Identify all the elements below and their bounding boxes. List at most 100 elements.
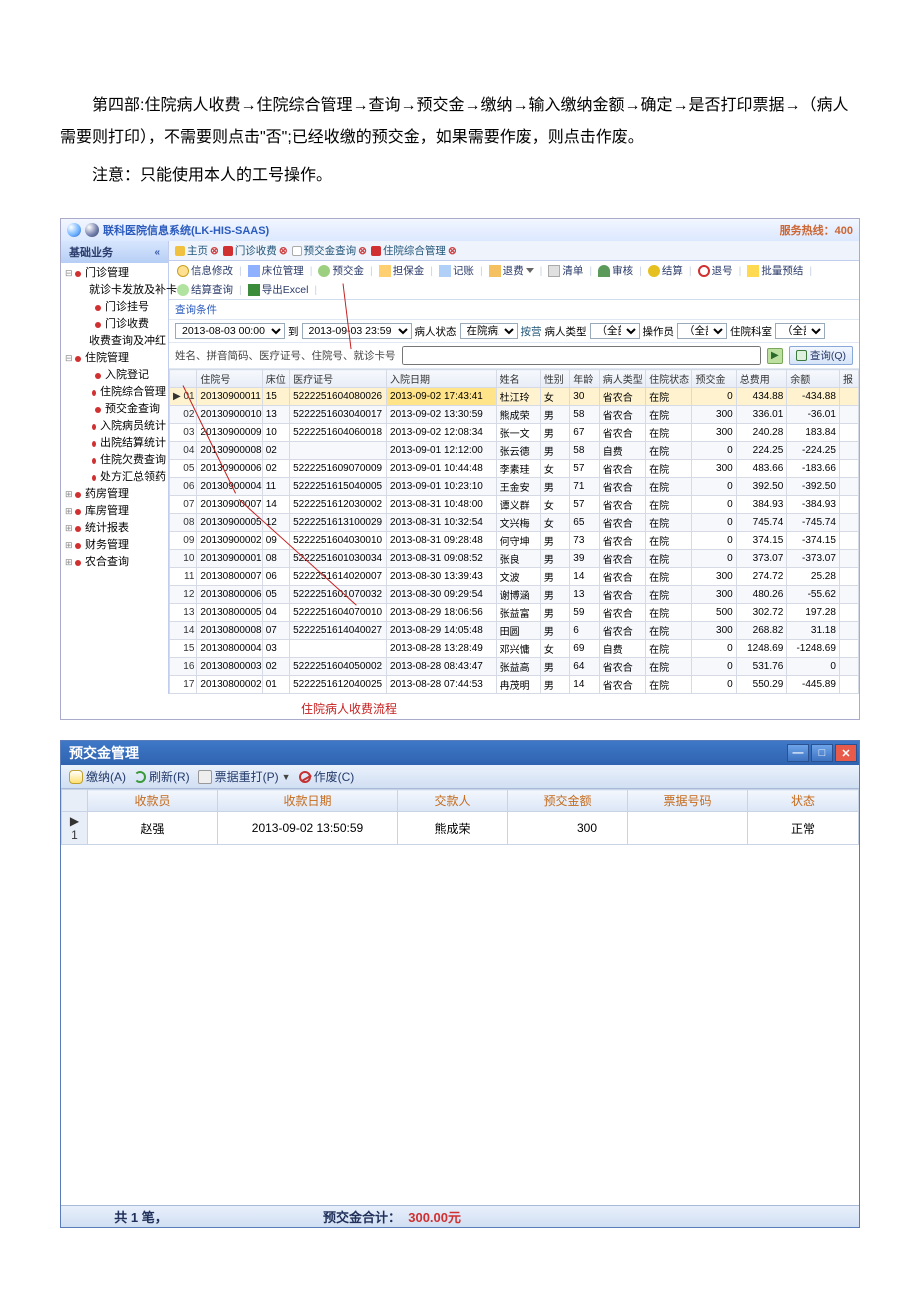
dropdown-icon[interactable]: ▼ [282, 772, 291, 782]
grid-row[interactable]: 07201309000071452222516120300022013-08-3… [170, 496, 859, 514]
prepay-grid[interactable]: 收款员收款日期交款人预交金额票据号码状态 ▶ 1 赵强 2013-09-02 1… [61, 789, 859, 845]
toolbar-退号[interactable]: 退号 [696, 263, 735, 278]
dept-select[interactable]: （全部） [775, 323, 825, 339]
grid-row[interactable]: 12201308000060552222516010700322013-08-3… [170, 586, 859, 604]
tab-主页[interactable]: 主页 ⊗ [175, 243, 219, 258]
toolbar-担保金[interactable]: 担保金 [377, 263, 427, 278]
prepay-toolbar-缴纳(A)[interactable]: 缴纳(A) [69, 768, 126, 785]
sidebar-collapse-icon[interactable]: « [154, 247, 160, 258]
grid-row[interactable]: ▶ 01201309000111552222516040800262013-09… [170, 388, 859, 406]
grid-row[interactable]: 13201308000050452222516040700102013-08-2… [170, 604, 859, 622]
grid-header[interactable]: 报 [839, 370, 858, 388]
grid-row[interactable]: 05201309000060252222516090700092013-09-0… [170, 460, 859, 478]
toolbar-清单[interactable]: 清单 [546, 263, 585, 278]
grid-row[interactable]: 10201309000010852222516010300342013-08-3… [170, 550, 859, 568]
tab-住院综合管理[interactable]: 住院综合管理 ⊗ [371, 243, 457, 258]
prepay-toolbar-刷新(R)[interactable]: 刷新(R) [134, 768, 190, 785]
prepay-toolbar-票据重打(P)[interactable]: 票据重打(P) ▼ [198, 768, 291, 785]
prepay-header[interactable]: 交款人 [398, 790, 508, 812]
tree-collapser-icon[interactable]: ⊞ [65, 487, 75, 502]
tree-item[interactable]: 住院欠费查询 [61, 452, 168, 469]
grid-row[interactable]: 02201309000101352222516030400172013-09-0… [170, 406, 859, 424]
grid-row[interactable]: 03201309000091052222516040600182013-09-0… [170, 424, 859, 442]
date-to-select[interactable]: 2013-09-03 23:59 [302, 323, 412, 339]
tree-item[interactable]: 入院登记 [61, 367, 168, 384]
grid-header[interactable]: 年龄 [570, 370, 599, 388]
grid-header[interactable]: 总费用 [736, 370, 787, 388]
toolbar-结算[interactable]: 结算 [646, 263, 685, 278]
tree-item[interactable]: ⊟门诊管理 [61, 265, 168, 282]
tree-item[interactable]: ⊟住院管理 [61, 350, 168, 367]
tree-collapser-icon[interactable]: ⊞ [65, 504, 75, 519]
tree-item[interactable]: ⊞农合查询 [61, 554, 168, 571]
tab-预交金查询[interactable]: 预交金查询 ⊗ [292, 243, 367, 258]
query-button[interactable]: 查询(Q) [789, 346, 853, 365]
grid-header[interactable]: 住院状态 [646, 370, 692, 388]
grid-row[interactable]: 14201308000080752222516140400272013-08-2… [170, 622, 859, 640]
tree-item[interactable]: 住院综合管理 [61, 384, 168, 401]
grid-header[interactable]: 床位 [262, 370, 289, 388]
tree-item[interactable]: 入院病员统计 [61, 418, 168, 435]
toolbar-批量预结[interactable]: 批量预结 [745, 263, 805, 278]
toolbar-退费[interactable]: 退费 [487, 263, 536, 278]
prepay-toolbar-作废(C)[interactable]: 作废(C) [299, 768, 355, 785]
maximize-button[interactable]: □ [811, 744, 833, 762]
minimize-button[interactable]: — [787, 744, 809, 762]
prepay-header[interactable]: 票据号码 [628, 790, 748, 812]
tree-item[interactable]: 门诊挂号 [61, 299, 168, 316]
prepay-header[interactable] [62, 790, 88, 812]
grid-row[interactable]: 0420130900008022013-09-01 12:12:00张云德男58… [170, 442, 859, 460]
grid-row[interactable]: 1520130800004032013-08-28 13:28:49邓兴慵女69… [170, 640, 859, 658]
toolbar-导出Excel[interactable]: 导出Excel [246, 282, 311, 297]
patient-grid[interactable]: 住院号床位医疗证号入院日期姓名性别年龄病人类型住院状态预交金总费用余额报 ▶ 0… [169, 369, 859, 694]
tab-close-icon[interactable]: ⊗ [448, 245, 457, 257]
prepay-header[interactable]: 状态 [748, 790, 859, 812]
tree-collapser-icon[interactable]: ⊞ [65, 555, 75, 570]
date-from-select[interactable]: 2013-08-03 00:00 [175, 323, 285, 339]
prepay-header[interactable]: 收款日期 [218, 790, 398, 812]
status-select[interactable]: 在院病人 [460, 323, 518, 339]
tree-item[interactable]: ⊞库房管理 [61, 503, 168, 520]
grid-header[interactable]: 性别 [540, 370, 569, 388]
tab-门诊收费[interactable]: 门诊收费 ⊗ [223, 243, 288, 258]
tree-item[interactable]: 出院结算统计 [61, 435, 168, 452]
grid-header[interactable]: 入院日期 [387, 370, 497, 388]
tree-collapser-icon[interactable]: ⊞ [65, 521, 75, 536]
grid-header[interactable]: 住院号 [197, 370, 262, 388]
go-icon[interactable]: ▶ [767, 348, 783, 364]
prepay-header[interactable]: 收款员 [88, 790, 218, 812]
tree-collapser-icon[interactable]: ⊟ [65, 266, 75, 281]
grid-row[interactable]: 06201309000041152222516150400052013-09-0… [170, 478, 859, 496]
grid-row[interactable]: 09201309000020952222516040300102013-08-3… [170, 532, 859, 550]
dropdown-icon[interactable] [526, 268, 534, 273]
tab-close-icon[interactable]: ⊗ [210, 245, 219, 257]
toolbar-信息修改[interactable]: 信息修改 [175, 263, 235, 278]
operator-select[interactable]: （全部） [677, 323, 727, 339]
prepay-row[interactable]: ▶ 1 赵强 2013-09-02 13:50:59 熊成荣 300 正常 [62, 812, 859, 845]
toolbar-审核[interactable]: 审核 [596, 263, 635, 278]
grid-header[interactable]: 预交金 [692, 370, 736, 388]
prepay-header[interactable]: 预交金额 [508, 790, 628, 812]
tab-close-icon[interactable]: ⊗ [279, 245, 288, 257]
type-select[interactable]: （全部） [590, 323, 640, 339]
search-input[interactable] [402, 346, 761, 365]
grid-header[interactable]: 医疗证号 [290, 370, 387, 388]
toolbar-床位管理[interactable]: 床位管理 [246, 263, 306, 278]
tree-item[interactable]: ⊞财务管理 [61, 537, 168, 554]
grid-row[interactable]: 16201308000030252222516040500022013-08-2… [170, 658, 859, 676]
tree-item[interactable]: 门诊收费 [61, 316, 168, 333]
tree-item[interactable]: ⊞统计报表 [61, 520, 168, 537]
toolbar-记账[interactable]: 记账 [437, 263, 476, 278]
tree-item[interactable]: 收费查询及冲红 [61, 333, 168, 350]
tab-close-icon[interactable]: ⊗ [358, 245, 367, 257]
grid-header[interactable]: 病人类型 [599, 370, 645, 388]
grid-header[interactable]: 姓名 [496, 370, 540, 388]
tree-item[interactable]: 处方汇总领药 [61, 469, 168, 486]
tree-collapser-icon[interactable]: ⊟ [65, 351, 75, 366]
toolbar-结算查询[interactable]: 结算查询 [175, 282, 235, 297]
tree-item[interactable]: 就诊卡发放及补卡 [61, 282, 168, 299]
grid-row[interactable]: 17201308000020152222516120400252013-08-2… [170, 676, 859, 694]
tree-item[interactable]: ⊞药房管理 [61, 486, 168, 503]
toolbar-预交金[interactable]: 预交金 [316, 263, 366, 278]
tree-item[interactable]: 预交金查询 [61, 401, 168, 418]
